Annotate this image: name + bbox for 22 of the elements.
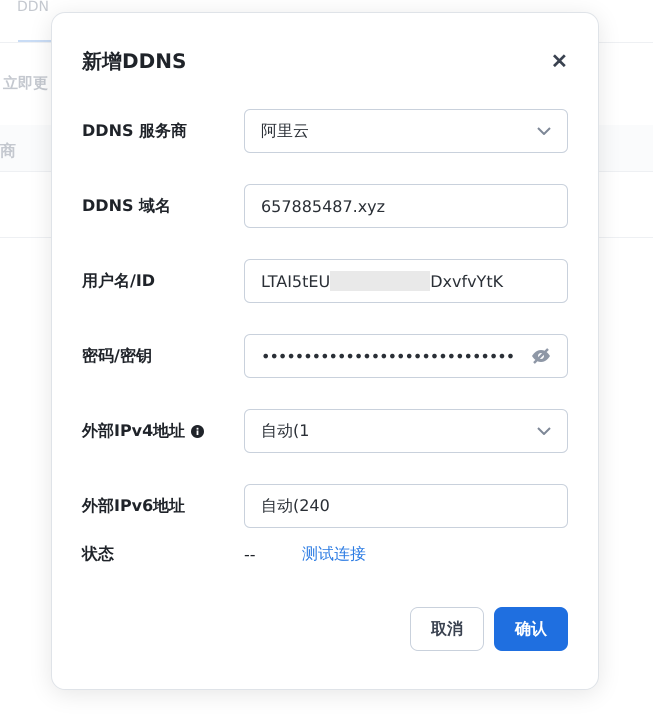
chevron-down-icon (537, 427, 551, 435)
select-field[interactable]: 自动(1 (244, 409, 568, 453)
input-field[interactable]: 自动(240 (244, 484, 568, 528)
field-label: DDNS 域名 (82, 196, 172, 216)
field-label: 用户名/ID (82, 270, 156, 292)
confirm-button[interactable]: 确认 (494, 607, 568, 651)
status-value: -- (244, 545, 257, 564)
input-field[interactable]: 657885487.xyz (244, 184, 568, 228)
input-field[interactable]: LTAI5tEU DxvfvYtK (244, 259, 568, 303)
close-button[interactable]: ✕ (551, 48, 568, 74)
password-field[interactable]: •••••••••••••••••••••••••••••• (244, 334, 568, 378)
eye-off-icon[interactable] (531, 348, 551, 364)
dialog-title: 新增DDNS (82, 48, 186, 74)
cancel-button[interactable]: 取消 (410, 607, 484, 651)
select-field[interactable]: 阿里云 (244, 109, 568, 153)
field-label: 外部IPv4地址 (82, 420, 186, 442)
field-label: 密码/密钥 (82, 346, 152, 366)
chevron-down-icon (537, 127, 551, 135)
field-label: 外部IPv6地址 (82, 496, 186, 516)
test-connection-link[interactable]: 测试连接 (302, 544, 366, 565)
field-label: 状态 (82, 544, 115, 565)
field-label: DDNS 服务商 (82, 120, 188, 142)
